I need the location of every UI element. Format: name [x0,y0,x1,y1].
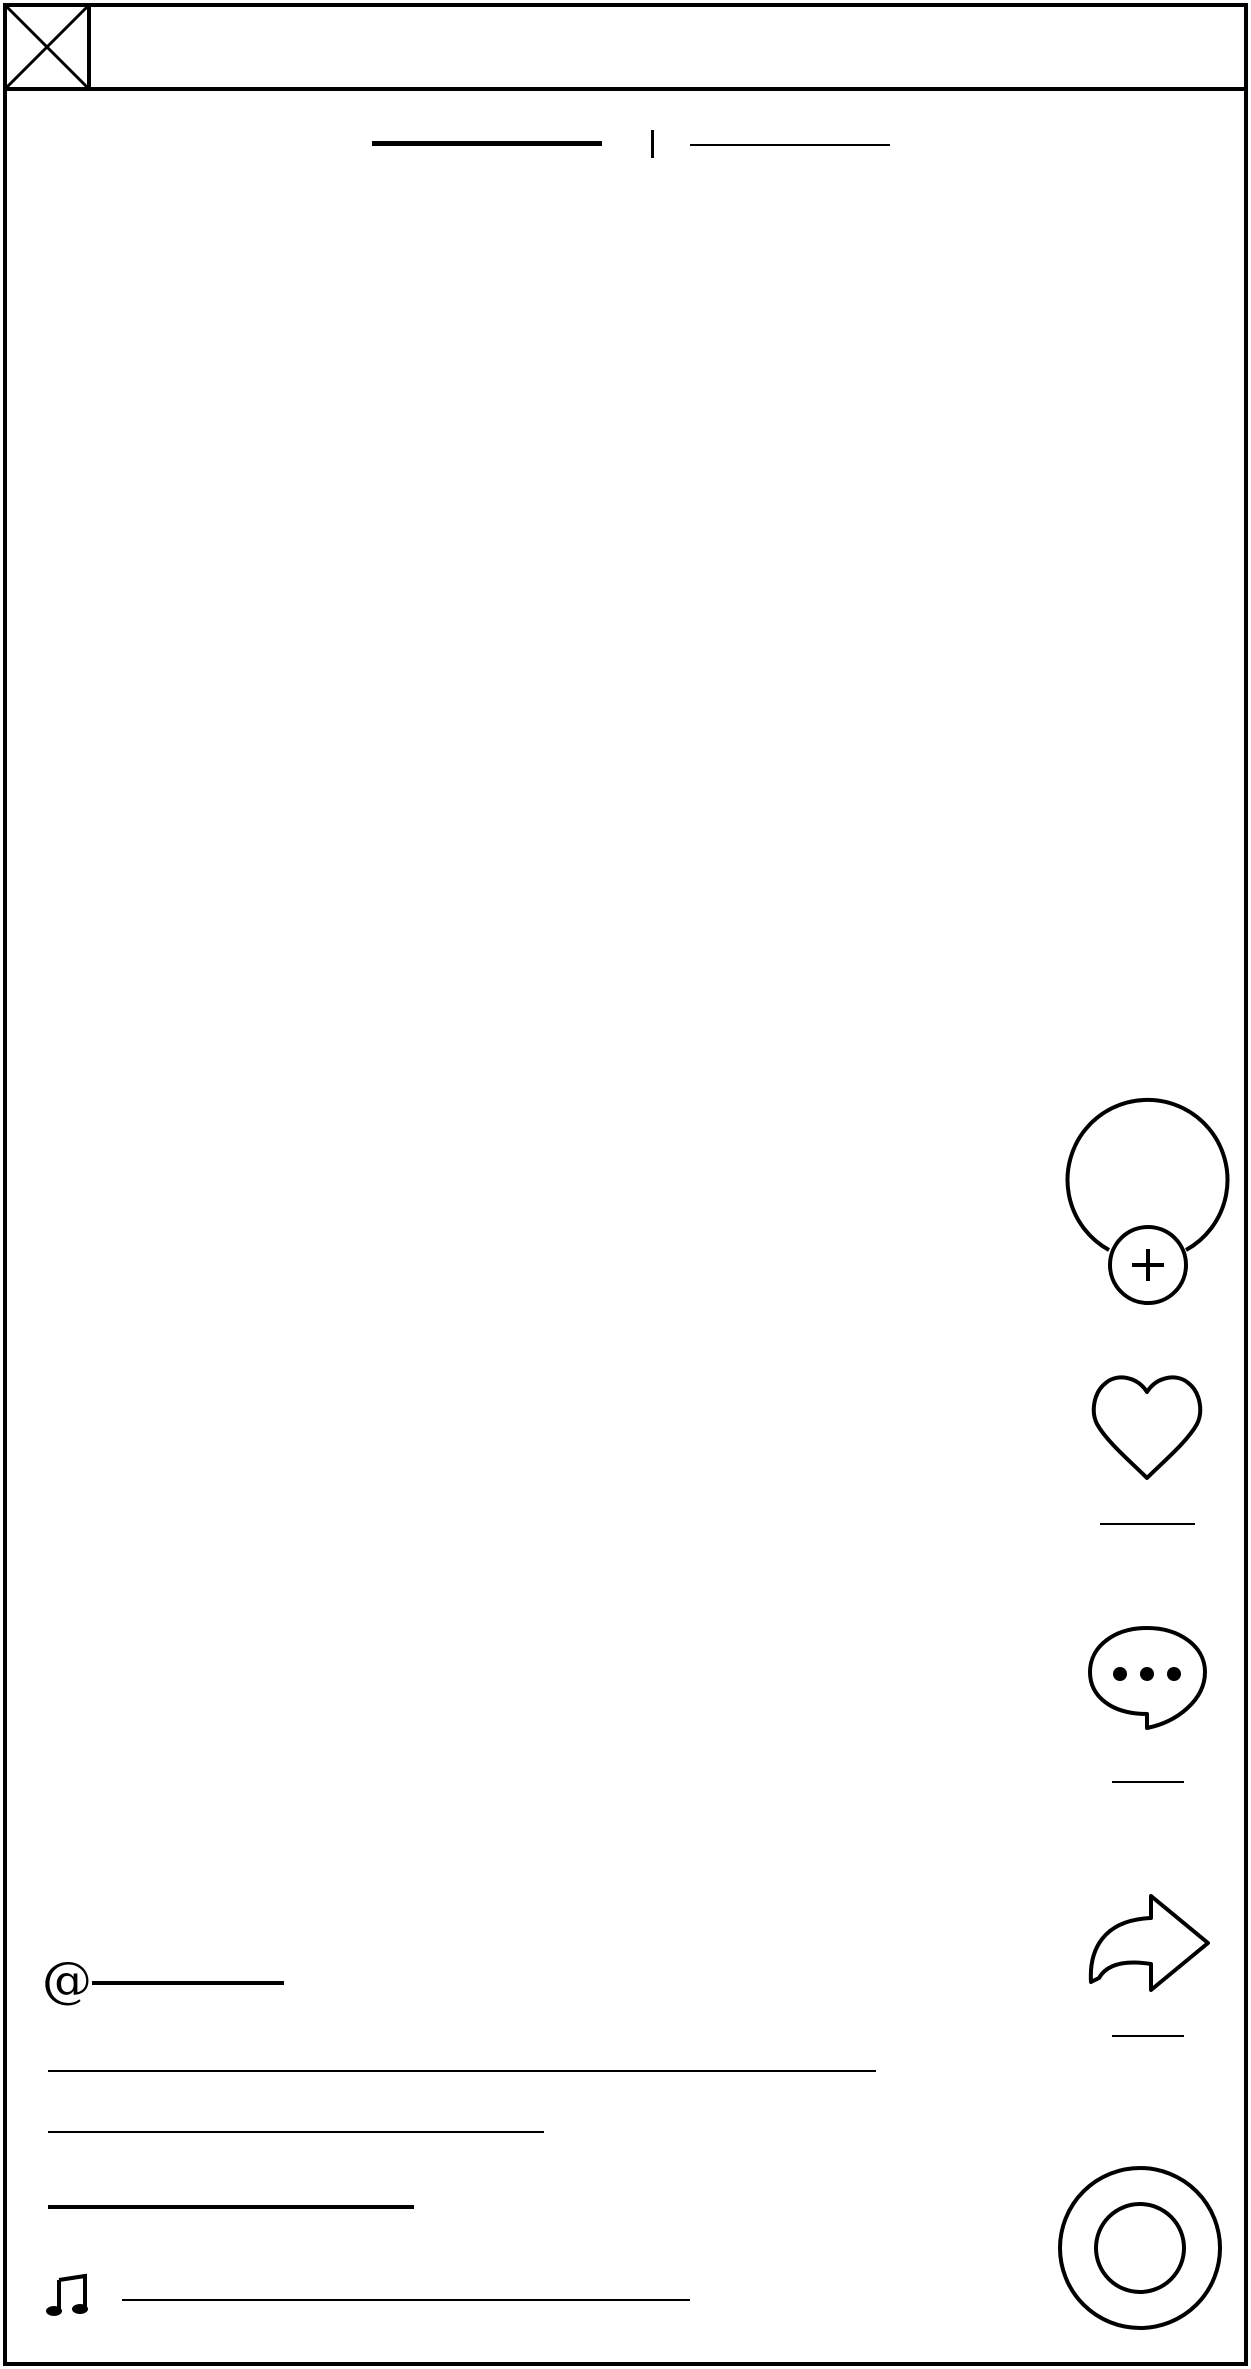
extra-line [48,2203,414,2211]
speech-bubble-icon [1088,1626,1207,1730]
title-bar [3,3,1248,91]
music-title[interactable] [122,2297,690,2303]
share-button[interactable] [1085,1890,1210,1995]
username-at-sign: @ [42,1951,92,2009]
caption-line-2 [48,2129,544,2135]
music-disc-button[interactable] [1055,2163,1225,2333]
like-count [1100,1520,1195,1528]
caption-line-1 [48,2068,876,2074]
share-arrow-icon [1088,1894,1210,1992]
close-icon[interactable] [3,3,91,91]
plus-circle-icon [1108,1225,1188,1305]
like-button[interactable] [1085,1370,1210,1485]
record-disc-icon [1058,2166,1222,2330]
heart-icon [1091,1375,1203,1480]
music-note-icon [45,2272,91,2318]
follow-button[interactable] [1107,1224,1189,1306]
comment-count [1112,1778,1184,1786]
share-count [1112,2032,1184,2040]
comment-button[interactable] [1085,1620,1210,1745]
tab-primary[interactable] [372,135,602,151]
tab-divider [651,130,654,158]
username-link[interactable] [92,1978,284,1986]
tab-secondary[interactable] [690,138,890,154]
